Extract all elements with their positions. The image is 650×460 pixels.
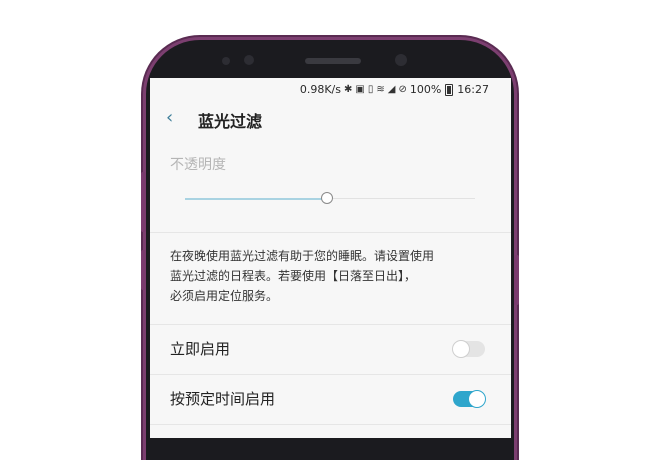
opacity-label: 不透明度 [170, 157, 226, 173]
toggle-knob [452, 340, 470, 358]
enable-now-toggle[interactable] [452, 340, 485, 358]
description-line-1: 在夜晚使用蓝光过滤有助于您的睡眠。请设置使用 [170, 249, 435, 263]
phone-screen: 0.98K/s ✱ ▣ ▯ ≋ ◢ ⊘ 100% 16:27 ‹ 蓝光过滤 不透… [150, 78, 511, 438]
setting-row-enable-now[interactable]: 立即启用 [150, 325, 511, 373]
battery-icon [445, 83, 454, 96]
description-text: 在夜晚使用蓝光过滤有助于您的睡眠。请设置使用 蓝光过滤的日程表。若要使用【日落至… [170, 246, 490, 306]
divider [150, 424, 511, 425]
app-header: ‹ 蓝光过滤 [150, 104, 511, 134]
bluetooth-icon: ✱ [344, 84, 353, 95]
network-speed: 0.98K/s [299, 83, 341, 96]
setting-row-scheduled[interactable]: 按预定时间启用 [150, 375, 511, 423]
status-bar: 0.98K/s ✱ ▣ ▯ ≋ ◢ ⊘ 100% 16:27 [150, 78, 511, 100]
earpiece [305, 58, 361, 64]
divider [150, 232, 511, 233]
description-line-3: 必须启用定位服务。 [170, 289, 279, 303]
description-line-2: 蓝光过滤的日程表。若要使用【日落至日出】， [170, 269, 417, 283]
toggle-knob [468, 390, 486, 408]
slider-track-filled [185, 198, 325, 200]
signal-icon: ◢ [387, 84, 396, 95]
sensor-icon [222, 57, 230, 65]
volume-button [141, 172, 146, 232]
page-title: 蓝光过滤 [198, 112, 263, 131]
slider-track-empty [333, 198, 475, 199]
nfc-icon: ▣ [355, 84, 365, 95]
no-sim-icon: ⊘ [398, 84, 407, 95]
clock: 16:27 [457, 83, 489, 96]
vibrate-icon: ▯ [367, 84, 374, 95]
slider-thumb[interactable] [321, 192, 333, 204]
bixby-button [141, 250, 146, 290]
back-arrow-icon[interactable]: ‹ [166, 107, 173, 128]
front-camera-icon [395, 54, 407, 66]
iris-sensor-icon [244, 55, 254, 65]
opacity-slider[interactable] [185, 192, 475, 206]
scheduled-toggle[interactable] [453, 390, 486, 408]
battery-percent: 100% [409, 83, 442, 96]
wifi-icon: ≋ [376, 84, 385, 95]
power-button [514, 255, 519, 305]
setting-label-enable-now: 立即启用 [170, 340, 231, 358]
setting-label-scheduled: 按预定时间启用 [170, 390, 276, 408]
